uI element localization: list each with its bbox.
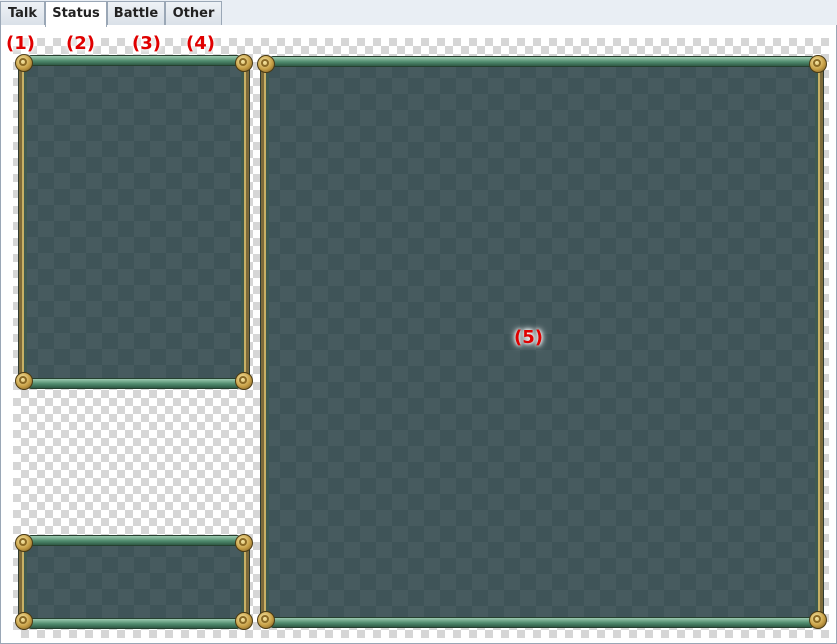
frame-top-bar [28,55,240,66]
callout-label-1: (1) [6,33,35,54]
callout-label-4: (4) [186,33,215,54]
callout-label-2: (2) [66,33,95,54]
app-window: Talk Status Battle Other (1) (2) (3) (4)… [0,0,837,644]
corner-ornament-icon [257,611,275,629]
window-skin-preview-canvas [13,38,829,638]
tab-other[interactable]: Other [165,1,222,26]
corner-ornament-icon [235,54,253,72]
frame-bottom-bar [28,618,240,629]
tab-battle[interactable]: Battle [107,1,165,26]
small-window-preview [15,534,253,630]
corner-ornament-icon [15,534,33,552]
frame-bottom-bar [28,378,240,389]
tab-bar: Talk Status Battle Other [0,0,837,27]
corner-ornament-icon [15,54,33,72]
callout-label-3: (3) [132,33,161,54]
tab-status[interactable]: Status [45,1,107,27]
tab-content-panel [0,25,837,644]
callout-label-5: (5) [514,327,543,348]
corner-ornament-icon [235,534,253,552]
corner-ornament-icon [15,372,33,390]
corner-ornament-icon [257,55,275,73]
frame-top-bar [270,56,814,67]
status-window-preview [15,54,253,390]
corner-ornament-icon [235,612,253,630]
corner-ornament-icon [15,612,33,630]
corner-ornament-icon [809,55,827,73]
frame-top-bar [28,535,240,546]
corner-ornament-icon [235,372,253,390]
corner-ornament-icon [809,611,827,629]
tab-talk[interactable]: Talk [0,1,45,26]
frame-bottom-bar [270,617,814,628]
